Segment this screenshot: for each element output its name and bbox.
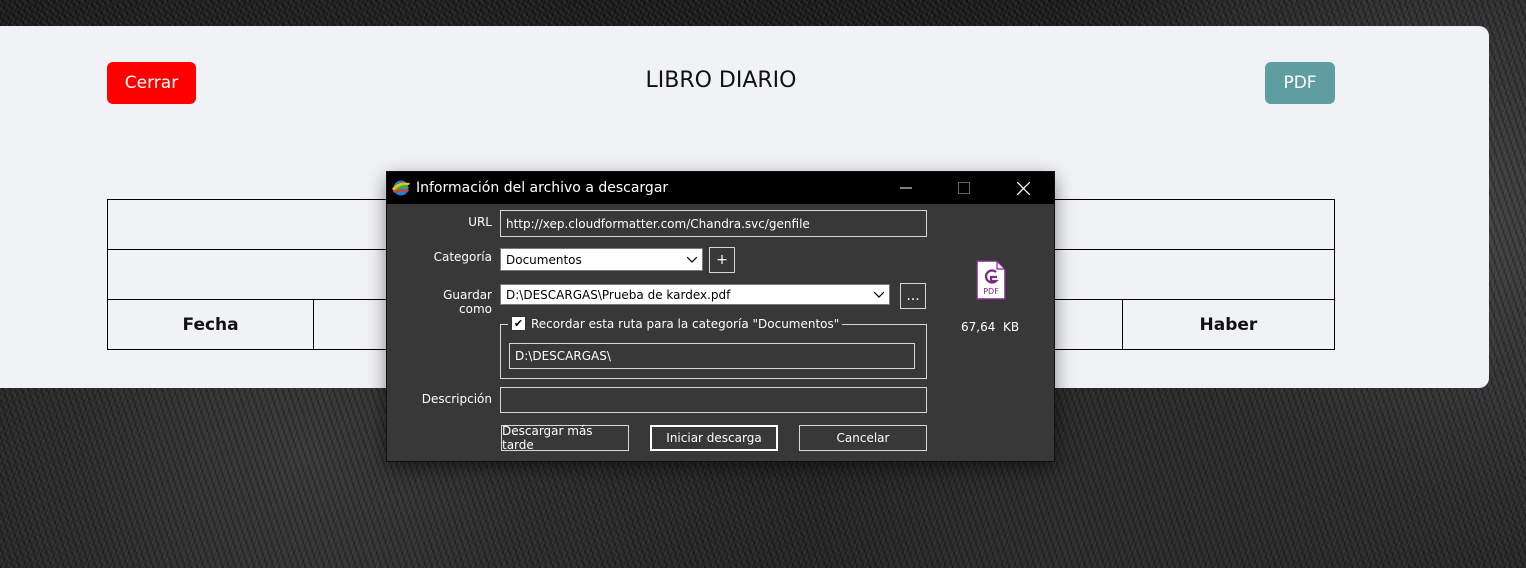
close-window-button[interactable] — [994, 172, 1052, 204]
close-icon — [1016, 181, 1030, 195]
category-value: Documentos — [506, 252, 582, 267]
download-manager-globe-icon — [392, 180, 410, 196]
chevron-down-icon — [682, 249, 702, 270]
browse-button[interactable]: ... — [900, 283, 926, 309]
remember-path-field[interactable]: D:\DESCARGAS\ — [509, 343, 915, 369]
file-size: 67,64 KB — [961, 320, 1020, 334]
start-download-button[interactable]: Iniciar descarga — [650, 425, 778, 451]
remember-path-label: Recordar esta ruta para la categoría "Do… — [531, 316, 840, 331]
remember-path-checkbox[interactable]: ✔ — [511, 316, 526, 331]
dialog-title: Información del archivo a descargar — [416, 180, 669, 196]
remember-path-checkbox-row[interactable]: ✔ Recordar esta ruta para la categoría "… — [508, 316, 843, 331]
add-category-button[interactable]: + — [709, 247, 735, 273]
description-label: Descripción — [421, 392, 492, 406]
url-field[interactable]: http://xep.cloudformatter.com/Chandra.sv… — [500, 210, 927, 237]
download-info-dialog: Información del archivo a descargar URL … — [387, 172, 1054, 461]
column-header-haber: Haber — [1121, 299, 1336, 350]
category-select[interactable]: Documentos — [500, 248, 703, 271]
cancel-button[interactable]: Cancelar — [799, 425, 927, 451]
column-header-fecha: Fecha — [106, 299, 315, 350]
svg-text:PDF: PDF — [983, 287, 999, 296]
pdf-button[interactable]: PDF — [1265, 62, 1335, 104]
save-as-select[interactable]: D:\DESCARGAS\Prueba de kardex.pdf — [500, 284, 890, 305]
chevron-down-icon — [869, 285, 889, 304]
description-field[interactable] — [500, 387, 927, 413]
save-as-label: Guardar como — [443, 288, 492, 316]
minimize-icon — [900, 187, 912, 189]
maximize-button[interactable] — [935, 172, 993, 204]
maximize-icon — [958, 182, 970, 194]
page-title: LIBRO DIARIO — [645, 68, 797, 93]
download-later-button[interactable]: Descargar más tarde — [501, 424, 629, 452]
dialog-titlebar[interactable]: Información del archivo a descargar — [387, 172, 1054, 204]
category-label: Categoría — [433, 250, 492, 264]
pdf-file-icon: PDF — [976, 260, 1006, 300]
url-label: URL — [468, 215, 492, 229]
save-as-value: D:\DESCARGAS\Prueba de kardex.pdf — [506, 287, 731, 302]
minimize-button[interactable] — [877, 172, 935, 204]
